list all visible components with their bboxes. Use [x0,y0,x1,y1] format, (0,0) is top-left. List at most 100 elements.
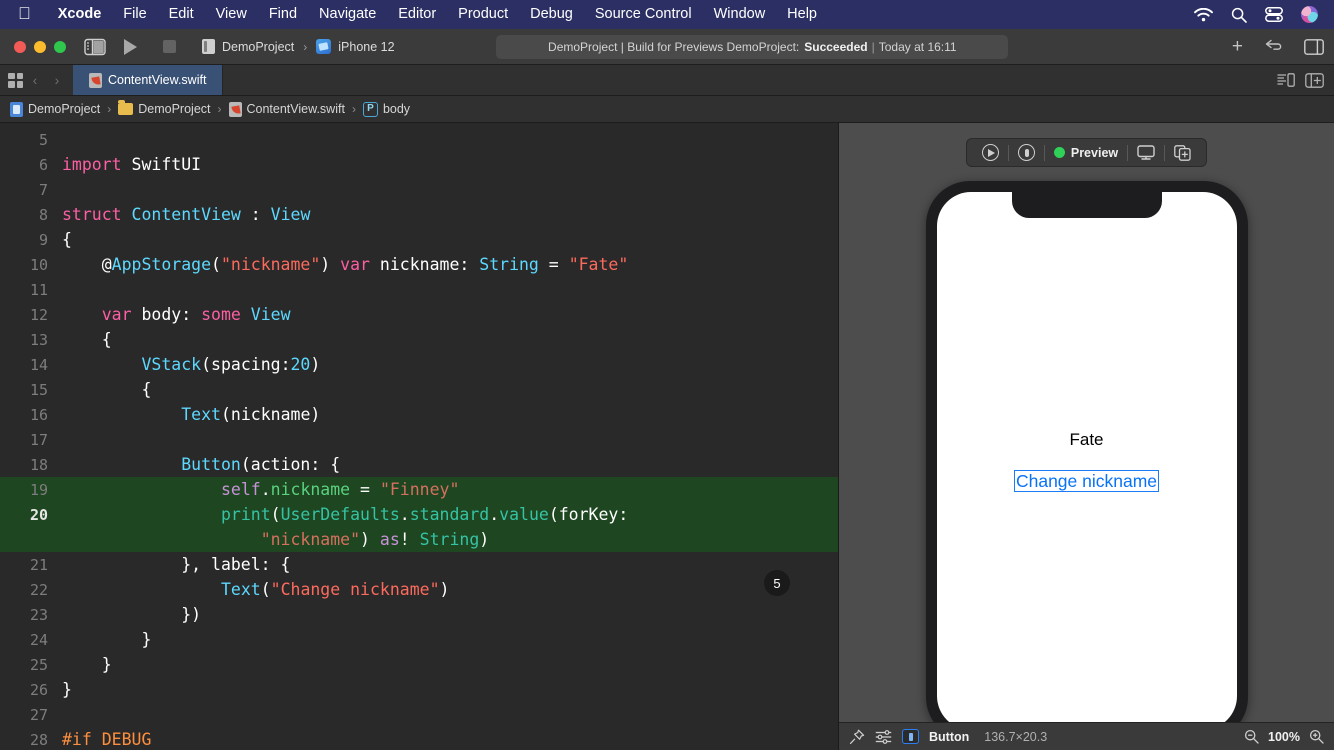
wifi-icon[interactable] [1194,7,1213,22]
minimize-button[interactable] [34,40,46,53]
line-number: 12 [29,305,48,324]
menu-item-product[interactable]: Product [447,0,519,29]
toolbar-right-controls: + [1212,37,1324,56]
breadcrumb-item-project[interactable]: DemoProject [10,101,100,117]
code-line[interactable]: 20 print(UserDefaults.standard.value(for… [0,502,838,527]
tab-grid-icon[interactable] [8,72,23,88]
code-line[interactable]: "nickname") as! String) [0,527,838,552]
line-number: 19 [29,480,48,499]
code-editor[interactable]: 5 6 import SwiftUI 7 8 struct ContentView : V… [0,123,838,750]
breadcrumb-item-folder[interactable]: DemoProject [118,100,211,116]
code-line[interactable]: 23 }) [0,602,838,627]
zoom-button[interactable] [54,40,66,53]
add-editor-icon[interactable]: + [1232,37,1243,56]
breadcrumb-item-file[interactable]: ContentView.swift [228,101,345,117]
preview-settings-icon[interactable] [875,729,892,744]
code-line[interactable]: 16 Text(nickname) [0,402,838,427]
breadcrumb-item-body[interactable]: P body [362,101,411,117]
breadcrumb-label: body [382,102,411,116]
code-text: }, label: { [62,555,291,574]
zoom-in-icon[interactable] [1309,729,1324,744]
scheme-selector[interactable]: DemoProject › iPhone 12 [202,39,395,54]
code-line[interactable]: 15 { [0,377,838,402]
minimap-icon[interactable] [1277,73,1295,87]
display-device-icon[interactable] [1128,139,1164,166]
scheme-destination-label: iPhone 12 [338,39,395,54]
line-number: 28 [29,730,48,749]
code-line[interactable]: 8 struct ContentView : View [0,202,838,227]
code-line[interactable]: 17 [0,427,838,452]
zoom-level-label: 100% [1268,729,1300,744]
line-number: 22 [29,580,48,599]
stop-button[interactable] [163,40,176,53]
code-line[interactable]: 13 { [0,327,838,352]
inspector-toggle-icon[interactable] [1304,38,1324,55]
macos-menu-bar:  Xcode File Edit View Find Navigate Edi… [0,0,1334,29]
run-button[interactable] [124,38,137,55]
code-line[interactable]: 12 var body: some View [0,302,838,327]
menu-item-edit[interactable]: Edit [158,0,205,29]
add-assistant-editor-icon[interactable] [1305,72,1324,88]
menu-item-source-control[interactable]: Source Control [584,0,703,29]
preview-toolbar: Preview [965,138,1208,167]
navigate-back-forward-icon[interactable] [1265,39,1282,55]
line-number: 25 [29,655,48,674]
code-line[interactable]: 9{ [0,227,838,252]
code-line[interactable]: 7 [0,177,838,202]
breadcrumb-label: DemoProject [138,102,211,116]
close-button[interactable] [14,40,26,53]
menu-item-xcode[interactable]: Xcode [47,0,113,29]
menu-item-debug[interactable]: Debug [519,0,584,29]
play-preview-icon[interactable] [973,139,1008,166]
code-line[interactable]: 18 Button(action: { [0,452,838,477]
zoom-out-icon[interactable] [1244,729,1259,744]
control-center-icon[interactable] [1265,7,1283,22]
code-line[interactable]: 28 #if DEBUG [0,727,838,750]
tab-forward-arrow[interactable]: › [47,65,67,96]
code-line[interactable]: 6 import SwiftUI [0,152,838,177]
code-line[interactable]: 22 Text("Change nickname") [0,577,838,602]
inline-result-badge[interactable]: 5 [764,570,790,596]
xcode-toolbar: DemoProject › iPhone 12 DemoProject | Bu… [0,29,1334,65]
code-line[interactable]: 10 @AppStorage("nickname") var nickname:… [0,252,838,277]
code-line[interactable]: 24 } [0,627,838,652]
swift-file-icon [89,72,102,88]
main-split: 5 6 import SwiftUI 7 8 struct ContentView : V… [0,123,1334,750]
code-lines: 5 6 import SwiftUI 7 8 struct ContentView : V… [0,127,838,750]
build-status-field[interactable]: DemoProject | Build for Previews DemoPro… [496,34,1009,59]
search-icon[interactable] [1231,7,1247,23]
code-line[interactable]: 5 [0,127,838,152]
code-line[interactable]: 19 self.nickname = "Finney" [0,477,838,502]
duplicate-preview-icon[interactable] [1165,139,1200,166]
code-line[interactable]: 14 VStack(spacing:20) [0,352,838,377]
user-avatar-icon[interactable] [1301,6,1318,23]
folder-icon [118,100,134,115]
scheme-project-label: DemoProject [222,39,295,54]
breadcrumb-separator-3: › [351,102,356,116]
menu-item-editor[interactable]: Editor [387,0,447,29]
button-element-icon [902,729,919,744]
preview-change-nickname-button[interactable]: Change nickname [1013,469,1160,493]
preview-bottom-bar: Button 136.7×20.3 100% [839,722,1334,750]
menu-item-view[interactable]: View [205,0,258,29]
preview-status[interactable]: Preview [1045,139,1127,166]
code-line[interactable]: 11 [0,277,838,302]
code-line[interactable]: 26} [0,677,838,702]
menu-item-window[interactable]: Window [703,0,777,29]
pin-icon[interactable] [849,729,865,745]
tab-back-arrow[interactable]: ‹ [25,65,45,96]
sidebar-toggle-icon[interactable] [84,38,106,56]
menu-item-find[interactable]: Find [258,0,308,29]
menu-item-navigate[interactable]: Navigate [308,0,387,29]
tab-contentview-swift[interactable]: ContentView.swift [73,65,224,95]
code-line[interactable]: 21 }, label: { [0,552,838,577]
apple-logo-icon[interactable]:  [18,5,31,22]
code-line[interactable]: 25 } [0,652,838,677]
line-number: 18 [29,455,48,474]
line-number: 23 [29,605,48,624]
code-line[interactable]: 27 [0,702,838,727]
menu-item-file[interactable]: File [112,0,157,29]
pause-preview-icon[interactable] [1009,139,1044,166]
menu-item-help[interactable]: Help [776,0,828,29]
preview-status-dot [1053,147,1065,158]
